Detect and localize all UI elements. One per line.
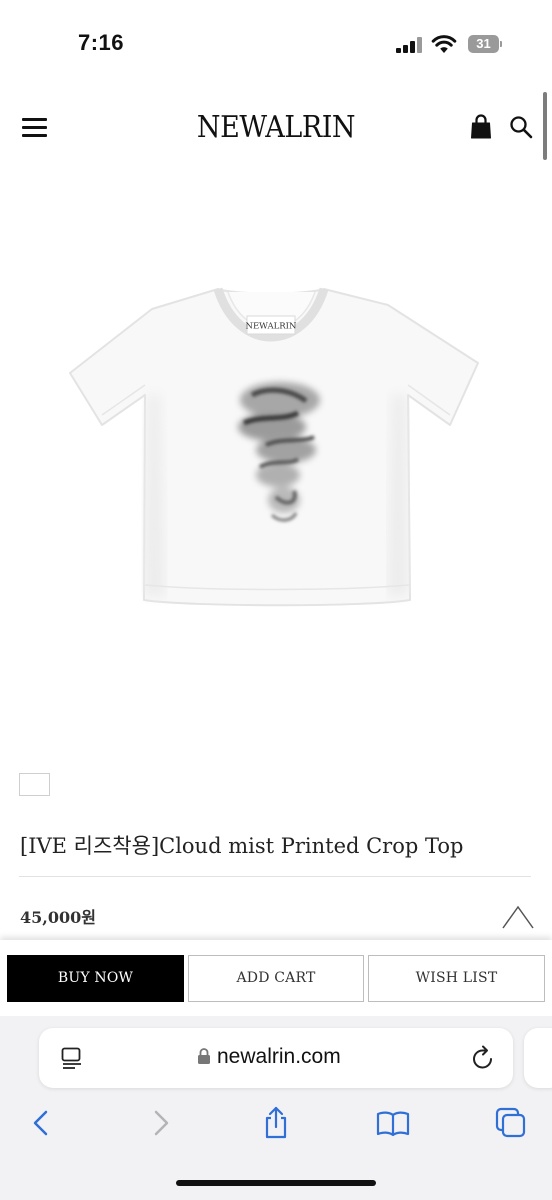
- shopping-bag-icon[interactable]: [470, 114, 492, 140]
- browser-chrome: newalrin.com: [0, 1016, 552, 1200]
- next-tab-preview[interactable]: [524, 1028, 552, 1088]
- back-icon[interactable]: [25, 1106, 59, 1140]
- tabs-icon[interactable]: [494, 1106, 528, 1140]
- battery-icon: 31: [468, 35, 502, 53]
- status-bar: 7:16 31: [0, 0, 552, 90]
- share-icon[interactable]: [259, 1106, 293, 1140]
- color-swatch-white[interactable]: [19, 773, 50, 796]
- add-cart-button[interactable]: ADD CART: [188, 955, 364, 1002]
- lock-icon: [197, 1047, 211, 1065]
- reload-icon[interactable]: [471, 1045, 495, 1071]
- home-indicator: [176, 1180, 376, 1186]
- neck-label: NEWALRIN: [246, 322, 297, 332]
- cellular-signal-icon: [396, 37, 422, 53]
- wifi-icon: [431, 34, 457, 54]
- address-bar[interactable]: newalrin.com: [39, 1028, 513, 1088]
- brand-logo[interactable]: NEWALRIN: [28, 110, 525, 145]
- bookmarks-icon[interactable]: [376, 1106, 410, 1140]
- scroll-indicator: [543, 92, 547, 160]
- wish-list-button[interactable]: WISH LIST: [368, 955, 545, 1002]
- search-icon[interactable]: [509, 115, 533, 139]
- forward-icon[interactable]: [143, 1106, 177, 1140]
- chevron-up-icon[interactable]: [501, 904, 535, 930]
- page-menu-icon[interactable]: [61, 1047, 83, 1071]
- product-image: NEWALRIN: [40, 245, 512, 635]
- product-price: 45,000원: [20, 908, 96, 927]
- purchase-action-bar: BUY NOW ADD CART WISH LIST: [0, 940, 552, 1016]
- product-title: [IVE 리즈착용]Cloud mist Printed Crop Top: [20, 834, 464, 858]
- site-header: NEWALRIN: [0, 100, 552, 160]
- divider: [19, 876, 531, 877]
- status-time: 7:16: [78, 30, 125, 55]
- buy-now-button[interactable]: BUY NOW: [7, 955, 184, 1002]
- battery-level: 31: [468, 35, 499, 53]
- url-text[interactable]: newalrin.com: [217, 1045, 341, 1069]
